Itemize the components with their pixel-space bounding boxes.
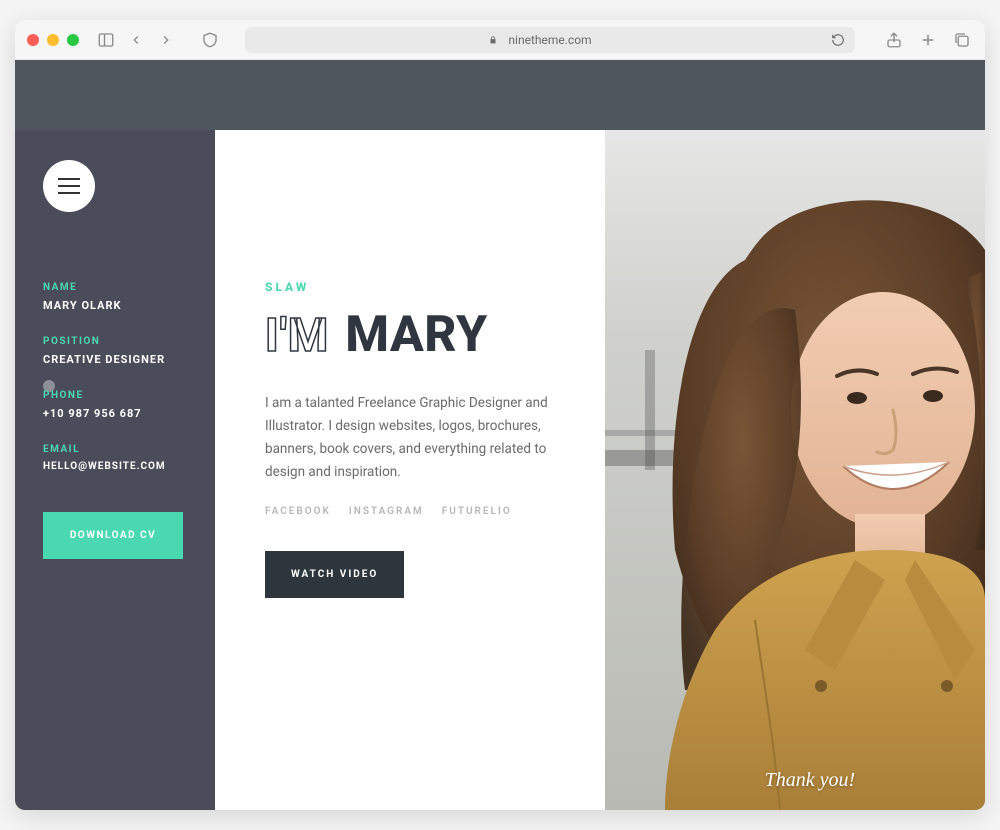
viewport: NAME MARY OLARK POSITION CREATIVE DESIGN… <box>15 60 985 810</box>
position-value: CREATIVE DESIGNER <box>43 353 187 366</box>
hamburger-line-icon <box>58 192 80 194</box>
social-links: FACEBOOK INSTAGRAM FUTURELIO <box>265 506 585 517</box>
hamburger-line-icon <box>58 178 80 180</box>
headline-outline: I'M <box>265 309 329 363</box>
watch-video-button[interactable]: WATCH VIDEO <box>265 551 404 598</box>
hamburger-line-icon <box>58 185 80 187</box>
info-position: POSITION CREATIVE DESIGNER <box>43 336 187 366</box>
hero-photo: Thank you! <box>605 130 985 810</box>
bio-text: I am a talanted Freelance Graphic Design… <box>265 392 585 484</box>
address-bar[interactable]: ninetheme.com <box>245 27 855 53</box>
tabs-overview-icon[interactable] <box>951 29 973 51</box>
headline-solid: MARY <box>345 306 487 364</box>
hero-content: SLAW I'M MARY I am a talanted Freelance … <box>215 130 605 810</box>
thank-you-caption: Thank you! <box>765 769 856 792</box>
reload-icon[interactable] <box>831 33 845 47</box>
social-instagram-link[interactable]: INSTAGRAM <box>349 506 424 517</box>
address-url: ninetheme.com <box>508 33 591 47</box>
sidebar: NAME MARY OLARK POSITION CREATIVE DESIGN… <box>15 130 215 810</box>
name-value: MARY OLARK <box>43 299 187 312</box>
info-name: NAME MARY OLARK <box>43 282 187 312</box>
email-value: HELLO@WEBSITE.COM <box>43 461 187 472</box>
maximize-window-icon[interactable] <box>67 34 79 46</box>
email-label: EMAIL <box>43 444 187 455</box>
minimize-window-icon[interactable] <box>47 34 59 46</box>
name-label: NAME <box>43 282 187 293</box>
main: SLAW I'M MARY I am a talanted Freelance … <box>215 130 985 810</box>
phone-value: +10 987 956 687 <box>43 407 187 420</box>
download-cv-label: DOWNLOAD CV <box>70 530 156 541</box>
info-email: EMAIL HELLO@WEBSITE.COM <box>43 444 187 472</box>
browser-chrome: ninetheme.com <box>15 20 985 60</box>
close-window-icon[interactable] <box>27 34 39 46</box>
site-top-band <box>15 60 985 130</box>
chrome-right-actions <box>883 29 973 51</box>
new-tab-icon[interactable] <box>917 29 939 51</box>
forward-button-icon[interactable] <box>155 29 177 51</box>
position-label: POSITION <box>43 336 187 347</box>
lock-icon <box>488 35 498 45</box>
social-facebook-link[interactable]: FACEBOOK <box>265 506 331 517</box>
menu-button[interactable] <box>43 160 95 212</box>
download-cv-button[interactable]: DOWNLOAD CV <box>43 512 183 559</box>
page: NAME MARY OLARK POSITION CREATIVE DESIGN… <box>15 130 985 810</box>
headline: I'M MARY <box>265 306 585 364</box>
privacy-shield-icon[interactable] <box>199 29 221 51</box>
info-phone: PHONE +10 987 956 687 <box>43 390 187 420</box>
sidebar-toggle-icon[interactable] <box>95 29 117 51</box>
back-button-icon[interactable] <box>125 29 147 51</box>
browser-window: ninetheme.com <box>15 20 985 810</box>
watch-video-label: WATCH VIDEO <box>291 569 378 580</box>
traffic-lights <box>27 34 79 46</box>
share-icon[interactable] <box>883 29 905 51</box>
phone-label: PHONE <box>43 390 187 401</box>
social-futurelio-link[interactable]: FUTURELIO <box>442 506 512 517</box>
eyebrow: SLAW <box>265 280 585 294</box>
